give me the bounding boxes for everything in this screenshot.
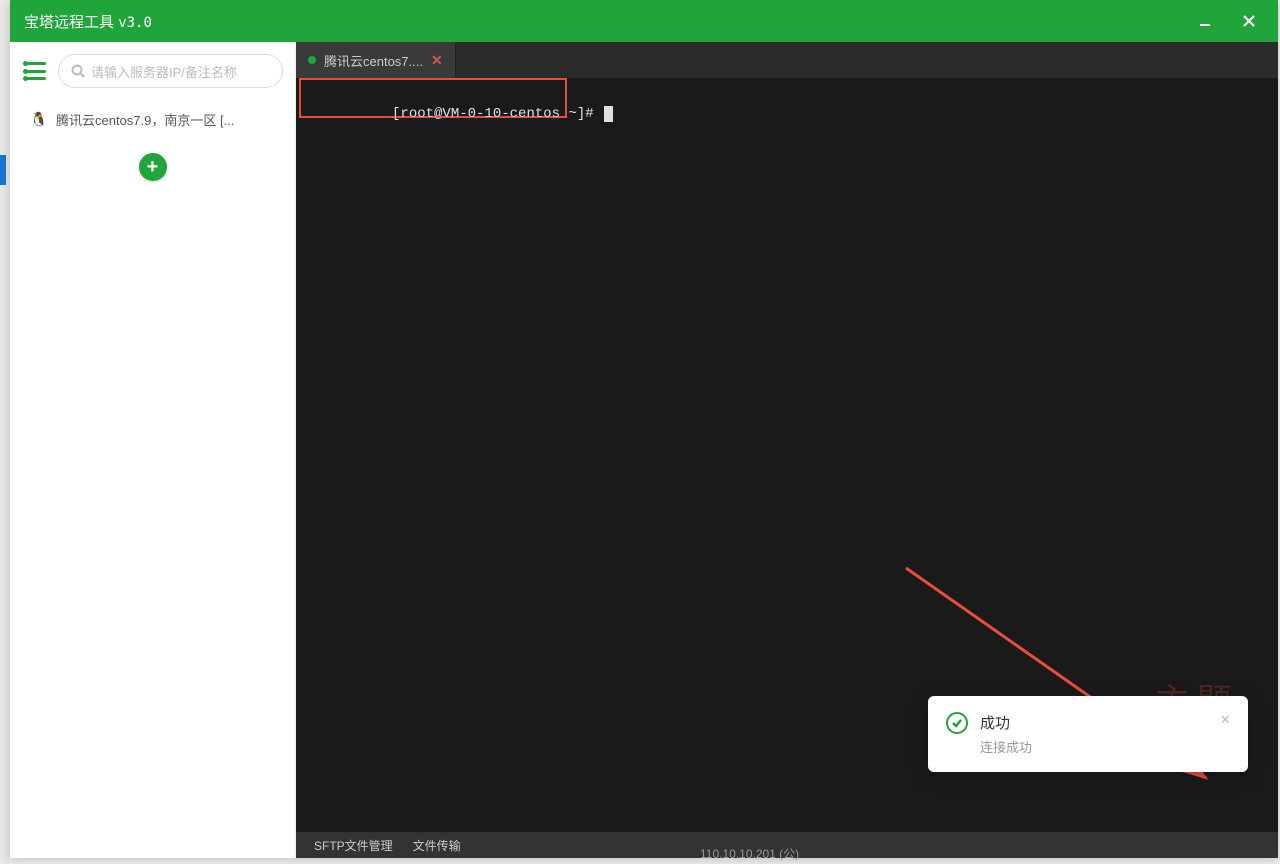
main-panel: 腾讯云centos7.... ✕ [root@VM-0-10-centos ~]…	[296, 42, 1278, 858]
file-transfer-button[interactable]: 文件传输	[413, 837, 461, 854]
app-version-label: v3.0	[118, 15, 152, 31]
tab-bar: 腾讯云centos7.... ✕	[296, 42, 1278, 78]
terminal-prompt: [root@VM-0-10-centos ~]#	[308, 90, 613, 138]
tux-icon: 🐧	[30, 111, 48, 129]
cursor-icon	[604, 106, 613, 122]
search-input[interactable]: 请输入服务器IP/备注名称	[58, 54, 283, 88]
toast-title: 成功	[980, 712, 1208, 733]
prompt-text: [root@VM-0-10-centos ~]#	[392, 106, 602, 122]
app-title: 宝塔远程工具 v3.0	[24, 11, 1194, 32]
app-name-label: 宝塔远程工具	[24, 14, 114, 31]
status-dot-icon	[308, 56, 316, 64]
terminal[interactable]: [root@VM-0-10-centos ~]# 主题 WWW.BANZHUTI…	[296, 78, 1278, 832]
tab-terminal[interactable]: 腾讯云centos7.... ✕	[296, 42, 456, 78]
server-list: 🐧 腾讯云centos7.9，南京一区 [...	[10, 96, 295, 143]
sidebar: 请输入服务器IP/备注名称 🐧 腾讯云centos7.9，南京一区 [... +	[10, 42, 296, 858]
menu-icon[interactable]	[22, 58, 48, 84]
search-placeholder: 请输入服务器IP/备注名称	[91, 62, 237, 81]
server-item-label: 腾讯云centos7.9，南京一区 [...	[56, 110, 234, 129]
app-window: 宝塔远程工具 v3.0 请输入服务器IP/备注名称 🐧 腾	[10, 0, 1278, 858]
footer-fragment: 110.10.10.201 (公)	[700, 845, 799, 862]
close-button[interactable]	[1238, 10, 1260, 32]
toast-message: 连接成功	[980, 737, 1208, 756]
tab-close-icon[interactable]: ✕	[431, 52, 443, 69]
toast-success: 成功 连接成功 ✕	[928, 696, 1248, 772]
add-server-button[interactable]: +	[139, 153, 167, 181]
minimize-button[interactable]	[1194, 10, 1216, 32]
toast-close-button[interactable]: ✕	[1220, 712, 1230, 728]
sftp-manage-button[interactable]: SFTP文件管理	[314, 837, 393, 854]
background-accent	[0, 155, 6, 185]
background-stub	[0, 0, 10, 864]
tab-label: 腾讯云centos7....	[324, 51, 423, 70]
titlebar[interactable]: 宝塔远程工具 v3.0	[10, 0, 1278, 42]
success-check-icon	[946, 712, 968, 734]
server-item[interactable]: 🐧 腾讯云centos7.9，南京一区 [...	[22, 100, 283, 139]
